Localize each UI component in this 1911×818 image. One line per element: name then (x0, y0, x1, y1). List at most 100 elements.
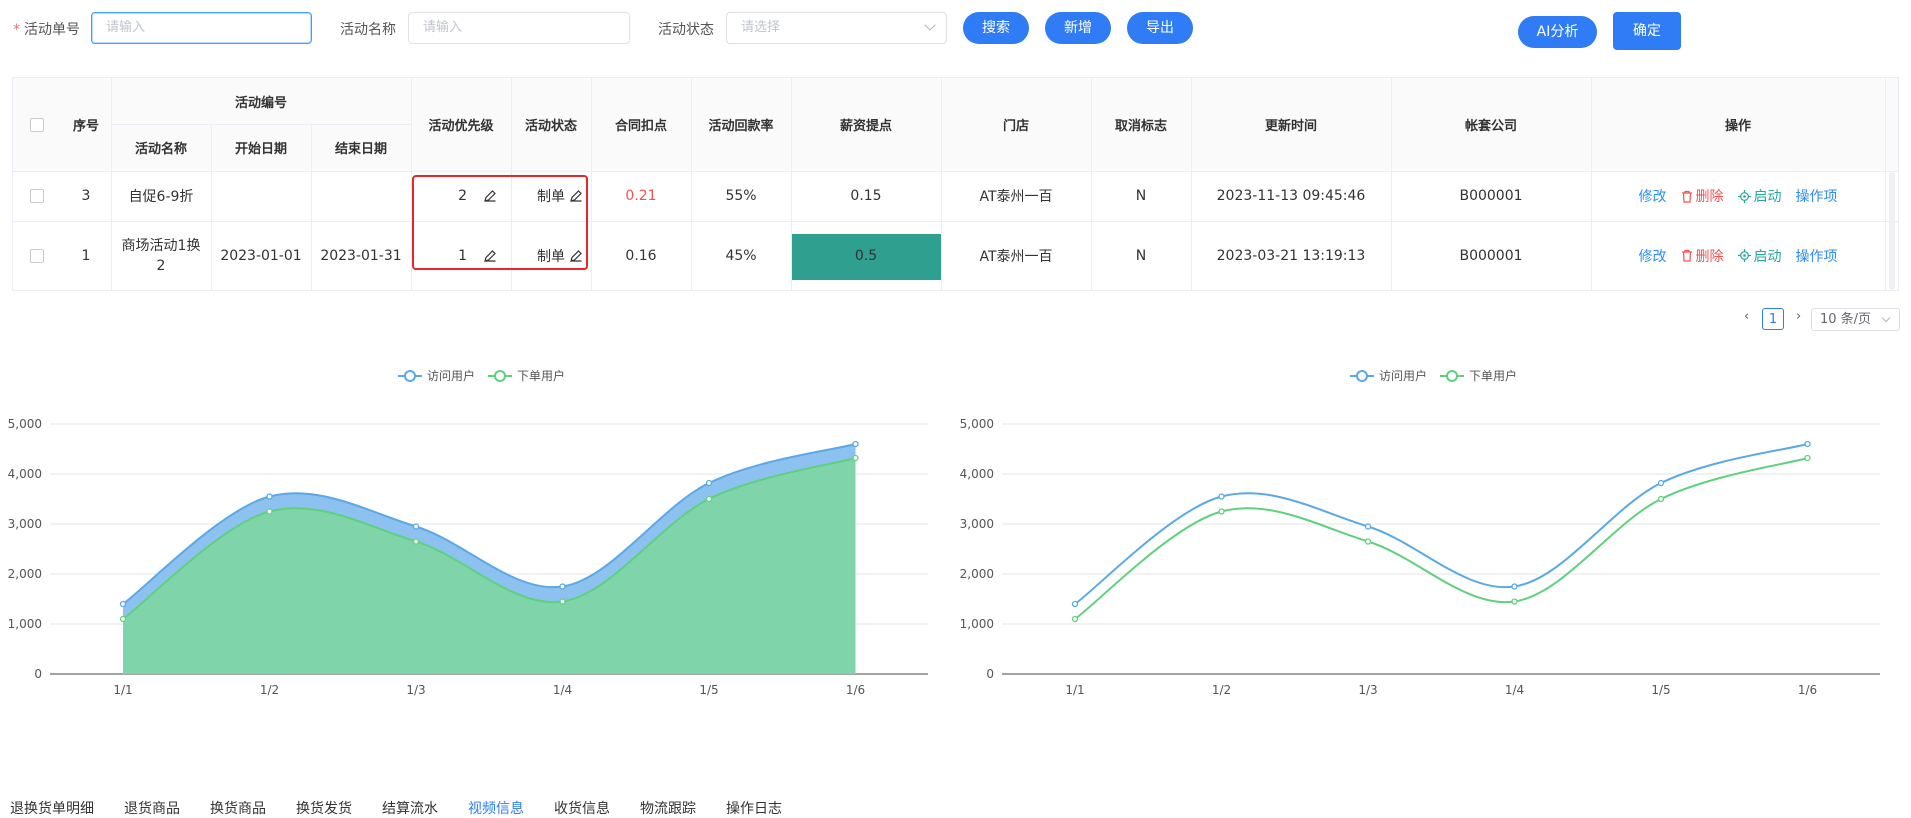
chart-legend: 访问用户 下单用户 (1350, 368, 1517, 383)
data-point[interactable] (1071, 615, 1079, 623)
x-tick-label: 1/1 (113, 683, 132, 697)
data-point[interactable] (1511, 583, 1518, 590)
tab-1[interactable]: 退货商品 (124, 798, 180, 818)
tab-5[interactable]: 视频信息 (468, 798, 524, 818)
data-point[interactable] (852, 440, 859, 448)
data-point[interactable] (559, 598, 566, 605)
header-discount: 合同扣点 (614, 119, 667, 134)
row-checkbox[interactable] (30, 248, 44, 263)
data-point[interactable] (1804, 454, 1811, 462)
page-number-current[interactable]: 1 (1762, 308, 1784, 330)
activity-name-input[interactable]: 请输入 (408, 12, 630, 44)
x-tick-label: 1/6 (846, 683, 865, 697)
legend-label: 下单用户 (1469, 368, 1517, 383)
trash-icon (1681, 190, 1692, 203)
data-point[interactable] (1071, 600, 1079, 608)
table-scrollbar[interactable] (1889, 172, 1895, 290)
data-point[interactable] (705, 479, 713, 487)
data-point[interactable] (119, 600, 127, 608)
y-tick-label: 5,000 (8, 417, 42, 431)
locate-icon (1737, 249, 1751, 262)
chevron-down-icon (1881, 313, 1891, 323)
data-point[interactable] (1364, 538, 1372, 545)
delete-label: 删除 (1695, 189, 1724, 205)
tab-4[interactable]: 结算流水 (382, 798, 438, 818)
y-tick-label: 3,000 (960, 517, 994, 531)
activity-table: 序号 活动编号 活动名称 开始日期 结束日期 活动优先级 活动状态 合同扣点 活… (12, 77, 1899, 291)
row-1-name: 自促6-9折 (128, 189, 194, 205)
legend-item[interactable]: 下单用户 (1440, 368, 1517, 383)
page-size-select[interactable]: 10 条/页 (1811, 308, 1900, 331)
header-payback: 活动回款率 (708, 119, 774, 134)
ai-analysis-button[interactable]: AI分析 (1518, 16, 1597, 48)
line-chart: 访问用户 下单用户 0 1,000 2,000 3,000 4,000 5,000 1/1 1/2… (960, 368, 1880, 697)
row-checkbox[interactable] (30, 189, 44, 203)
data-point[interactable] (412, 523, 420, 530)
search-button[interactable]: 搜索 (963, 12, 1029, 44)
data-point[interactable] (559, 583, 566, 590)
x-tick-label: 1/3 (406, 683, 425, 697)
y-tick-label: 1,000 (960, 617, 994, 631)
header-updated: 更新时间 (1264, 119, 1317, 134)
tab-6[interactable]: 收货信息 (554, 798, 610, 818)
prev-page-button[interactable]: ‹ (1744, 309, 1749, 324)
more-actions-link[interactable]: 操作项 (1796, 246, 1838, 266)
activity-status-placeholder: 请选择 (741, 20, 781, 35)
x-tick-label: 1/1 (1065, 683, 1084, 697)
data-point[interactable] (119, 615, 127, 623)
row-2-start: 2023-01-01 (220, 247, 302, 264)
tab-7[interactable]: 物流跟踪 (640, 798, 696, 818)
header-index: 序号 (72, 119, 99, 134)
data-point[interactable] (1511, 598, 1518, 605)
data-point[interactable] (266, 493, 273, 500)
edit-link[interactable]: 修改 (1639, 186, 1667, 206)
x-tick-label: 1/4 (553, 683, 572, 697)
data-point[interactable] (1804, 440, 1811, 448)
data-point[interactable] (705, 495, 713, 503)
y-tick-label: 2,000 (960, 567, 994, 581)
export-button[interactable]: 导出 (1127, 12, 1193, 44)
trash-icon (1681, 249, 1692, 262)
y-tick-label: 4,000 (960, 467, 994, 481)
add-button[interactable]: 新增 (1045, 12, 1111, 44)
data-point[interactable] (1657, 495, 1665, 503)
legend-item[interactable]: 访问用户 (398, 368, 475, 383)
legend-item[interactable]: 访问用户 (1350, 368, 1427, 383)
data-point[interactable] (1218, 508, 1225, 515)
tab-2[interactable]: 换货商品 (210, 798, 266, 818)
data-point[interactable] (852, 454, 859, 462)
row-1-discount: 0.21 (625, 188, 657, 204)
header-priority: 活动优先级 (428, 119, 494, 134)
data-point[interactable] (1364, 523, 1372, 530)
tab-0[interactable]: 退换货单明细 (10, 798, 94, 818)
row-1-start (211, 171, 311, 221)
row-1-payback: 55% (725, 188, 757, 204)
highlight-box (412, 175, 588, 270)
delete-link[interactable]: 删除 (1681, 186, 1724, 206)
header-company: 帐套公司 (1464, 119, 1517, 134)
data-point[interactable] (1218, 493, 1225, 500)
activity-status-select[interactable]: 请选择 (726, 12, 947, 44)
tab-3[interactable]: 换货发货 (296, 798, 352, 818)
row-1-index: 3 (81, 188, 91, 204)
edit-link[interactable]: 修改 (1639, 246, 1667, 266)
row-1-cancel: N (1135, 188, 1147, 204)
tab-8[interactable]: 操作日志 (726, 798, 782, 818)
data-point[interactable] (1657, 479, 1665, 487)
legend-item[interactable]: 下单用户 (488, 368, 565, 383)
start-link[interactable]: 启动 (1737, 246, 1782, 266)
next-page-button[interactable]: › (1796, 309, 1801, 324)
row-2-index: 1 (81, 247, 91, 264)
delete-link[interactable]: 删除 (1681, 246, 1724, 266)
select-all-checkbox[interactable] (30, 117, 44, 132)
data-point[interactable] (412, 538, 420, 545)
confirm-button[interactable]: 确定 (1613, 12, 1681, 50)
start-link[interactable]: 启动 (1737, 186, 1782, 206)
row-2-salary: 0.5 (854, 247, 878, 264)
more-actions-link[interactable]: 操作项 (1796, 186, 1838, 206)
activity-no-input[interactable]: 请输入 (91, 12, 312, 44)
data-point[interactable] (266, 508, 273, 515)
row-2-store: AT泰州一百 (979, 248, 1053, 265)
x-tick-label: 1/4 (1505, 683, 1524, 697)
legend-label: 下单用户 (517, 368, 565, 383)
